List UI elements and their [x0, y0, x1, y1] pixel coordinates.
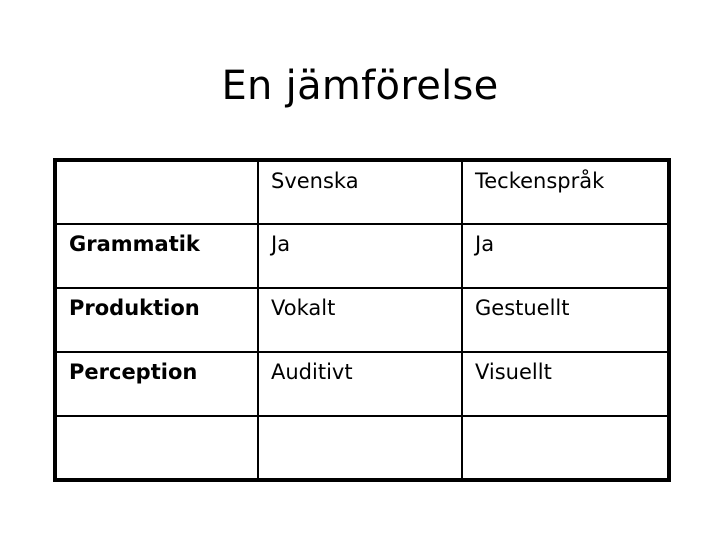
comparison-table: Svenska Teckenspråk Grammatik Ja Ja Prod… — [53, 158, 671, 482]
row-label-grammatik: Grammatik — [54, 223, 259, 289]
table-row: Produktion Vokalt Gestuellt — [54, 287, 670, 353]
header-corner-cell — [54, 159, 259, 225]
row-label-perception: Perception — [54, 351, 259, 417]
row-label-produktion: Produktion — [54, 287, 259, 353]
table-row: Perception Auditivt Visuellt — [54, 351, 670, 417]
table-header-row: Svenska Teckenspråk — [54, 159, 670, 225]
header-cell-svenska: Svenska — [257, 159, 463, 225]
cell-grammatik-svenska: Ja — [257, 223, 463, 289]
table-row-empty — [54, 415, 670, 481]
table-row: Grammatik Ja Ja — [54, 223, 670, 289]
cell-produktion-teckensprak: Gestuellt — [461, 287, 670, 353]
cell-produktion-svenska: Vokalt — [257, 287, 463, 353]
slide: En jämförelse Svenska Teckenspråk Gramma… — [0, 0, 720, 540]
header-cell-teckensprak: Teckenspråk — [461, 159, 670, 225]
page-title: En jämförelse — [221, 63, 499, 109]
cell-grammatik-teckensprak: Ja — [461, 223, 670, 289]
cell-perception-svenska: Auditivt — [257, 351, 463, 417]
cell-blank-teckensprak — [461, 415, 670, 481]
cell-perception-teckensprak: Visuellt — [461, 351, 670, 417]
row-label-blank — [54, 415, 259, 481]
cell-blank-svenska — [257, 415, 463, 481]
